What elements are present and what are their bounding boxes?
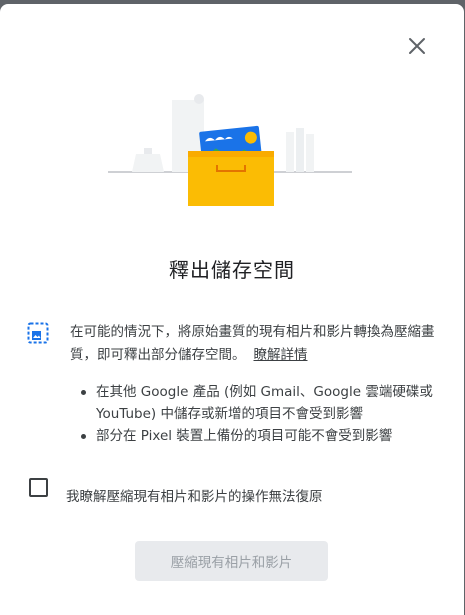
description-body: 在可能的情況下，將原始畫質的現有相片和影片轉換為壓縮畫質，即可釋出部分儲存空間。 bbox=[70, 324, 435, 363]
compress-button[interactable]: 壓縮現有相片和影片 bbox=[135, 541, 328, 581]
dialog-title: 釋出儲存空間 bbox=[169, 258, 295, 282]
free-up-storage-dialog: 釋出儲存空間 在可能的情況下，將原始畫質的現有相片和影片轉換為壓縮畫質，即可釋出… bbox=[0, 4, 464, 615]
description-text: 在可能的情況下，將原始畫質的現有相片和影片轉換為壓縮畫質，即可釋出部分儲存空間。… bbox=[70, 321, 442, 367]
bullet-item: 在其他 Google 產品 (例如 Gmail、Google 雲端硬碟或 You… bbox=[80, 381, 450, 425]
bullet-list: 在其他 Google 產品 (例如 Gmail、Google 雲端硬碟或 You… bbox=[80, 381, 450, 447]
compress-photo-icon bbox=[27, 322, 49, 344]
close-button[interactable] bbox=[403, 32, 431, 60]
learn-more-link[interactable]: 瞭解詳情 bbox=[254, 347, 308, 363]
close-icon bbox=[409, 38, 425, 54]
confirm-checkbox[interactable] bbox=[29, 478, 48, 497]
confirm-checkbox-label[interactable]: 我瞭解壓縮現有相片和影片的操作無法復原 bbox=[66, 485, 323, 505]
storage-box-illustration bbox=[108, 94, 352, 206]
bullet-item: 部分在 Pixel 裝置上備份的項目可能不會受到影響 bbox=[80, 425, 450, 447]
